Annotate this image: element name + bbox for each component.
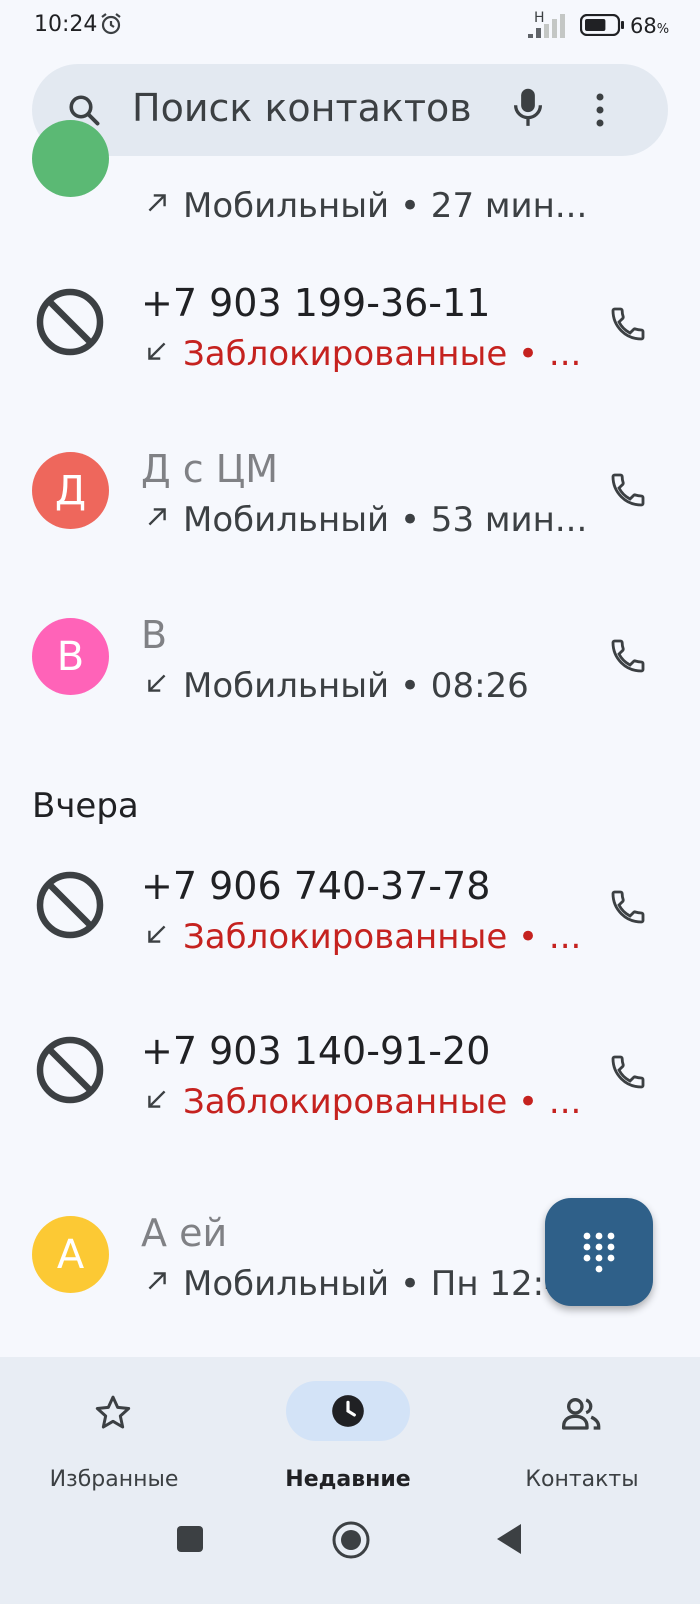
call-icon[interactable] — [608, 1052, 648, 1096]
blocked-icon — [34, 869, 106, 945]
call-detail: Мобильный • 53 мин... — [183, 500, 588, 540]
outgoing-call-icon — [144, 1268, 170, 1298]
alarm-icon — [101, 13, 121, 35]
tab-favorites[interactable]: Избранные — [16, 1381, 216, 1501]
contact-name: Д с ЦМ — [141, 447, 279, 491]
avatar: А — [32, 1216, 109, 1293]
call-detail: Заблокированные • ... — [183, 334, 582, 374]
home-circle-icon[interactable] — [331, 1520, 371, 1560]
recents-square-icon[interactable] — [175, 1524, 205, 1554]
incoming-call-icon — [144, 921, 170, 951]
mic-icon[interactable] — [511, 86, 545, 130]
contact-name: +7 903 140-91-20 — [141, 1029, 491, 1073]
status-time: 10:24 — [34, 12, 98, 37]
blocked-icon — [34, 1034, 106, 1110]
avatar: В — [32, 618, 109, 695]
clock-icon — [332, 1395, 364, 1427]
call-log-item[interactable]: В В Мобильный • 08:26 — [0, 613, 700, 768]
call-icon[interactable] — [608, 304, 648, 348]
tab-recent[interactable]: Недавние — [250, 1381, 450, 1501]
call-icon[interactable] — [608, 887, 648, 931]
call-detail: Мобильный • Пн 12:41 — [183, 1264, 588, 1304]
dialpad-button[interactable] — [545, 1198, 653, 1306]
tab-contacts[interactable]: Контакты — [484, 1381, 684, 1501]
call-log-item[interactable]: +7 903 140-91-20 Заблокированные • ... — [0, 1029, 700, 1184]
search-input[interactable]: Поиск контактов — [132, 86, 472, 130]
battery-icon — [579, 13, 626, 40]
star-icon — [95, 1395, 131, 1429]
incoming-call-icon — [144, 1086, 170, 1116]
search-bar[interactable]: Поиск контактов — [32, 64, 668, 156]
call-detail: Мобильный • 27 мин... — [183, 186, 588, 226]
contact-name: А ей — [141, 1211, 228, 1255]
avatar — [32, 120, 109, 197]
section-header-yesterday: Вчера — [32, 786, 139, 826]
avatar: Д — [32, 452, 109, 529]
contact-name: +7 906 740-37-78 — [141, 864, 491, 908]
more-options-icon[interactable] — [592, 92, 608, 128]
call-icon[interactable] — [608, 470, 648, 514]
status-bar: 10:24 H 68% — [0, 0, 700, 54]
blocked-icon — [34, 286, 106, 362]
system-navigation-bar — [0, 1488, 700, 1604]
incoming-call-icon — [144, 670, 170, 700]
contact-name: +7 903 199-36-11 — [141, 281, 491, 325]
dialpad-icon — [583, 1232, 615, 1273]
call-detail: Мобильный • 08:26 — [183, 666, 529, 706]
call-log-item[interactable]: +7 903 199-36-11 Заблокированные • ... — [0, 281, 700, 436]
battery-percent: 68% — [630, 14, 670, 38]
back-triangle-icon[interactable] — [494, 1522, 524, 1556]
call-log-item[interactable]: +7 906 740-37-78 Заблокированные • ... — [0, 864, 700, 1019]
contact-name: В — [141, 613, 168, 657]
call-log-item[interactable]: Д Д с ЦМ Мобильный • 53 мин... — [0, 447, 700, 602]
call-detail: Заблокированные • ... — [183, 1082, 582, 1122]
people-icon — [562, 1398, 601, 1430]
incoming-call-icon — [144, 338, 170, 368]
outgoing-call-icon — [144, 504, 170, 534]
outgoing-call-icon — [144, 190, 170, 220]
call-detail: Заблокированные • ... — [183, 917, 582, 957]
call-icon[interactable] — [608, 636, 648, 680]
